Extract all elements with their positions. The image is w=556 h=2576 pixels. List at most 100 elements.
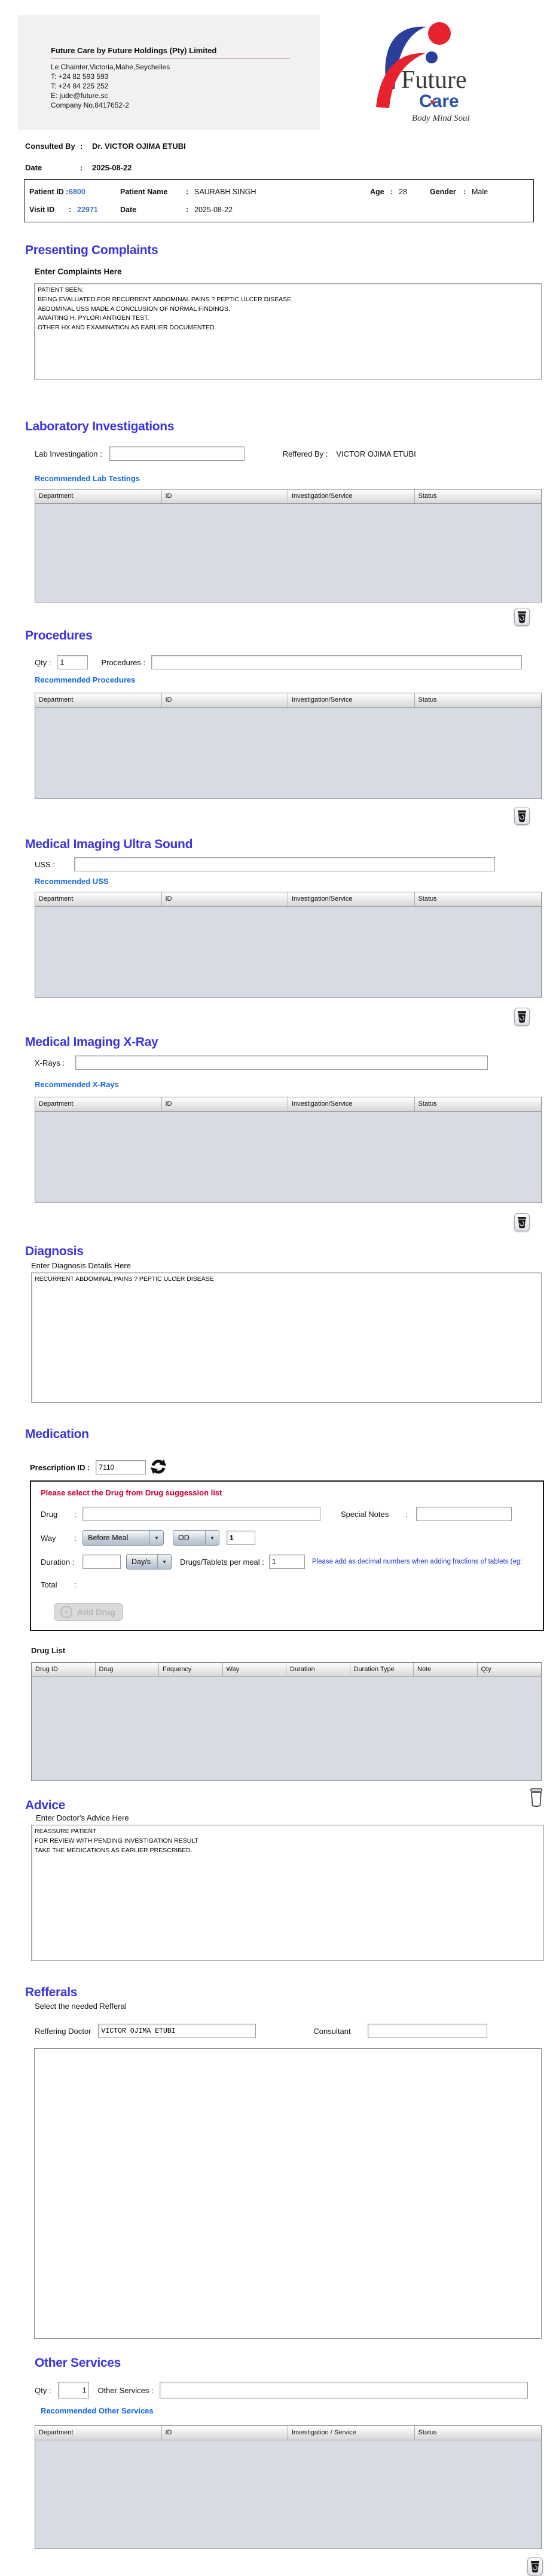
procedures-delete-button[interactable]	[514, 807, 530, 825]
diagnosis-textarea[interactable]: RECURRENT ABDOMINAL PAINS ? PEPTIC ULCER…	[31, 1272, 542, 1403]
special-notes-input[interactable]	[416, 1507, 512, 1521]
future-care-logo-icon: Future Care ♥ Body Mind Soul	[375, 22, 470, 123]
column-status: Status	[418, 895, 437, 902]
colon: :	[80, 142, 83, 151]
column-duration: Duration	[286, 1663, 350, 1676]
other-services-delete-button[interactable]	[527, 2557, 543, 2575]
recommended-lab-testings-link[interactable]: Recommended Lab Testings	[35, 474, 556, 484]
other-services-table-header: Department ID Investigation / Service St…	[35, 2426, 541, 2440]
procedures-input-row: Qty : Procedures :	[35, 654, 556, 671]
age-value: 28	[399, 188, 407, 196]
lab-delete-row	[0, 608, 530, 626]
section-title-advice: Advice	[25, 1798, 66, 1812]
duration-unit-dropdown[interactable]: Day/s ▼	[126, 1554, 172, 1570]
colon: :	[74, 1509, 77, 1519]
trash-icon	[531, 2560, 539, 2572]
other-services-delete-row	[0, 2557, 543, 2575]
column-duration-type: Duration Type	[350, 1663, 414, 1676]
logo-word-care: Care	[419, 91, 459, 111]
trash-outline-icon	[530, 1788, 542, 1807]
prescription-row: Prescription ID :	[30, 1459, 556, 1476]
column-drug-id: Drug ID	[32, 1663, 96, 1676]
column-id: ID	[162, 489, 288, 503]
other-services-label: Other Services :	[97, 2385, 154, 2395]
recommended-other-services-link[interactable]: Recommended Other Services	[41, 2406, 556, 2416]
drug-list-delete-button[interactable]	[527, 1788, 545, 1807]
xray-input[interactable]	[75, 1056, 488, 1070]
refresh-prescription-button[interactable]	[151, 1459, 167, 1476]
date-label: Date	[25, 163, 42, 172]
column-investigation: Investigation/Service	[288, 693, 415, 707]
column-id: ID	[162, 2426, 288, 2440]
other-services-input-row: Qty : Other Services :	[35, 2381, 556, 2399]
other-services-qty-label: Qty :	[35, 2385, 51, 2395]
add-drug-button[interactable]: + Add Drug	[54, 1603, 123, 1621]
uss-delete-button[interactable]	[514, 1008, 530, 1026]
colon: :	[186, 206, 189, 214]
other-services-input[interactable]	[159, 2382, 528, 2398]
company-logo: Future Care ♥ Body Mind Soul	[320, 15, 538, 130]
procedures-delete-row	[0, 807, 530, 825]
duration-input[interactable]	[83, 1555, 121, 1569]
frequency-qty-input[interactable]	[227, 1531, 255, 1545]
add-drug-label: Add Drug	[77, 1607, 115, 1617]
recommended-procedures-link[interactable]: Recommended Procedures	[35, 675, 556, 685]
drug-list-label: Drug List	[31, 1646, 66, 1655]
visit-id-value: 22971	[77, 206, 98, 214]
section-title-referrals: Refferals	[25, 1985, 78, 1999]
company-phone-1: T: +24 82 593 593	[51, 72, 109, 81]
xray-delete-row	[0, 1213, 530, 1231]
consulted-by-value: Dr. VICTOR OJIMA ETUBI	[92, 142, 186, 151]
drug-input[interactable]	[83, 1507, 320, 1521]
recommended-xrays-link[interactable]: Recommended X-Rays	[35, 1080, 556, 1090]
other-services-qty-input[interactable]	[58, 2382, 90, 2398]
logo-tagline: Body Mind Soul	[412, 114, 470, 123]
drug-entry-box: Please select the Drug from Drug suggess…	[30, 1480, 544, 1631]
procedures-input[interactable]	[151, 655, 523, 669]
column-id: ID	[162, 892, 288, 906]
way-dropdown[interactable]: Before Meal ▼	[83, 1530, 164, 1546]
patient-info-box: Patient ID : 6800 Patient Name : SAURABH…	[24, 179, 534, 222]
fraction-note: Please add as decimal numbers when addin…	[311, 1558, 523, 1565]
letterhead: Future Care by Future Holdings (Pty) Lim…	[18, 15, 538, 130]
advice-textarea[interactable]: REASSURE PATIENT FOR REVIEW WITH PENDING…	[31, 1825, 544, 1961]
column-department: Department	[35, 892, 162, 906]
column-status: Status	[418, 2429, 437, 2436]
xray-delete-button[interactable]	[514, 1213, 530, 1231]
patient-row-1: Patient ID : 6800 Patient Name : SAURABH…	[29, 187, 533, 197]
advice-delete-wrap	[527, 1788, 545, 1807]
section-title-procedures: Procedures	[25, 629, 93, 643]
lab-table-body	[35, 503, 541, 602]
patient-id-value: 6800	[69, 188, 85, 196]
consultant-input[interactable]	[367, 2024, 487, 2038]
column-department: Department	[35, 489, 162, 503]
frequency-dropdown-value: OD	[178, 1534, 190, 1542]
per-meal-input[interactable]	[268, 1555, 305, 1569]
section-title-diagnosis: Diagnosis	[25, 1244, 84, 1258]
column-status: Status	[418, 1100, 437, 1108]
other-services-table-body	[35, 2440, 541, 2549]
visit-id-label: Visit ID	[29, 206, 55, 214]
gender-label: Gender	[430, 188, 456, 196]
section-title-presenting-complaints: Presenting Complaints	[25, 243, 158, 257]
way-row: Way : Before Meal ▼ OD ▼	[41, 1530, 543, 1546]
procedures-table-header: Department ID Investigation/Service Stat…	[35, 693, 541, 707]
section-title-other-services: Other Services	[35, 2356, 121, 2370]
complaints-textarea[interactable]: PATIENT SEEN. BEING EVALUATED FOR RECURR…	[34, 283, 542, 380]
frequency-dropdown[interactable]: OD ▼	[173, 1530, 219, 1546]
date-value: 2025-08-22	[92, 163, 132, 172]
uss-input[interactable]	[74, 857, 495, 871]
drug-list-table: Drug ID Drug Fequency Way Duration Durat…	[31, 1662, 542, 1781]
gender-value: Male	[472, 188, 488, 196]
patient-name-value: SAURABH SINGH	[194, 188, 256, 196]
lab-investigation-input[interactable]	[109, 446, 245, 461]
prescription-id-input[interactable]	[96, 1460, 146, 1474]
referral-list-box[interactable]	[34, 2048, 542, 2339]
column-way: Way	[223, 1663, 286, 1676]
recommended-uss-link[interactable]: Recommended USS	[35, 877, 556, 886]
lab-delete-button[interactable]	[514, 608, 530, 626]
procedures-qty-input[interactable]	[57, 655, 88, 669]
per-meal-label: Drugs/Tablets per meal :	[180, 1557, 264, 1567]
referring-doctor-input[interactable]	[98, 2024, 256, 2038]
uss-table-header: Department ID Investigation/Service Stat…	[35, 892, 541, 906]
